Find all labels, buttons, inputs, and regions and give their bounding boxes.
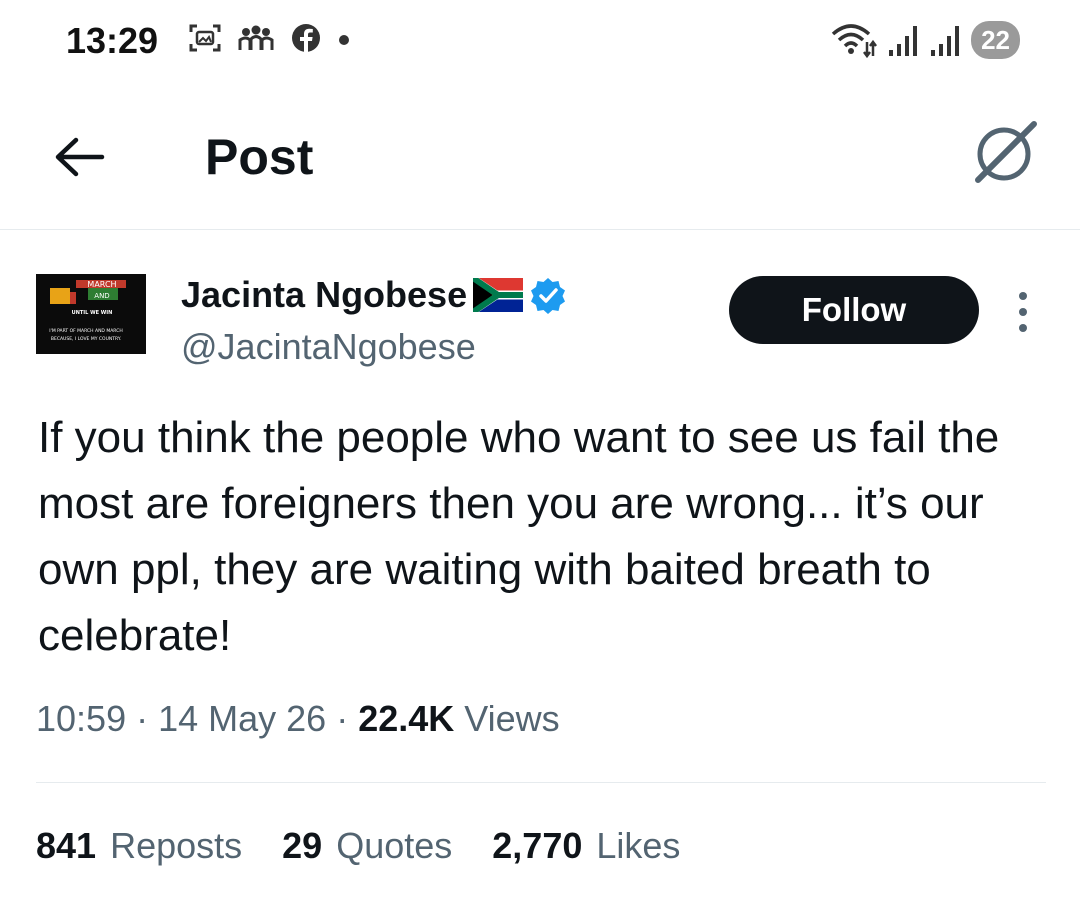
- avatar-text-4: I'M PART OF MARCH AND MARCH: [49, 328, 122, 334]
- dot-icon: [339, 35, 349, 45]
- avatar-image: MARCH AND UNTIL WE WIN I'M PART OF MARCH…: [36, 274, 146, 354]
- post-date[interactable]: 14 May 26: [158, 698, 326, 739]
- avatar-text-5: BECAUSE, I LOVE MY COUNTRY.: [51, 336, 121, 342]
- author-name-text: Jacinta Ngobese: [181, 274, 468, 315]
- likes-label: Likes: [596, 825, 681, 866]
- avatar-text-1: MARCH: [87, 280, 116, 289]
- follow-button[interactable]: Follow: [729, 276, 979, 344]
- arrow-left-icon: [55, 137, 105, 177]
- status-icons-right: 22: [829, 20, 1020, 60]
- engagement-stats: 841 Reposts 29 Quotes 2,770 Likes: [36, 825, 680, 867]
- post-text: If you think the people who want to see …: [38, 413, 1000, 660]
- post-author: MARCH AND UNTIL WE WIN I'M PART OF MARCH…: [36, 270, 1046, 370]
- south-africa-flag-icon: [473, 278, 524, 312]
- likes-count: 2,770: [492, 825, 583, 866]
- avatar-text-3: UNTIL WE WIN: [72, 310, 113, 316]
- more-options-button[interactable]: [1008, 290, 1038, 334]
- author-handle[interactable]: @JacintaNgobese: [181, 326, 476, 368]
- verified-badge-icon: [531, 278, 566, 314]
- quotes-label: Quotes: [336, 825, 453, 866]
- avatar-text-2: AND: [94, 292, 109, 300]
- back-button[interactable]: [50, 132, 110, 182]
- avatar[interactable]: MARCH AND UNTIL WE WIN I'M PART OF MARCH…: [36, 274, 146, 354]
- post-time[interactable]: 10:59: [36, 698, 126, 739]
- grok-icon: [975, 121, 1037, 183]
- signal-icon: [889, 26, 918, 56]
- post-meta: 10:59 · 14 May 26 · 22.4K Views: [36, 698, 560, 740]
- more-vertical-icon: [1019, 292, 1027, 332]
- status-icons-left: [188, 22, 352, 54]
- battery-badge: 22: [971, 21, 1020, 59]
- status-bar: 13:29 22: [0, 0, 1080, 90]
- reposts-stat[interactable]: 841 Reposts: [36, 825, 242, 867]
- meta-separator-2: ·: [326, 698, 359, 739]
- wifi-icon: [831, 24, 878, 59]
- divider: [36, 782, 1046, 783]
- reposts-label: Reposts: [110, 825, 243, 866]
- meta-separator: ·: [126, 698, 159, 739]
- views-count: 22.4K: [358, 698, 455, 739]
- status-time: 13:29: [66, 20, 159, 61]
- top-app-bar: Post: [0, 90, 1080, 230]
- reposts-count: 841: [36, 825, 97, 866]
- screenshot-icon: [189, 24, 221, 52]
- grok-button[interactable]: [968, 118, 1046, 188]
- page-title: Post: [205, 129, 314, 185]
- signal-icon-2: [931, 26, 960, 56]
- group-icon: [238, 25, 274, 50]
- author-display-name[interactable]: Jacinta Ngobese: [181, 274, 567, 316]
- facebook-icon: [292, 24, 320, 52]
- quotes-count: 29: [282, 825, 323, 866]
- likes-stat[interactable]: 2,770 Likes: [492, 825, 680, 867]
- views-label: Views: [464, 698, 560, 739]
- quotes-stat[interactable]: 29 Quotes: [282, 825, 452, 867]
